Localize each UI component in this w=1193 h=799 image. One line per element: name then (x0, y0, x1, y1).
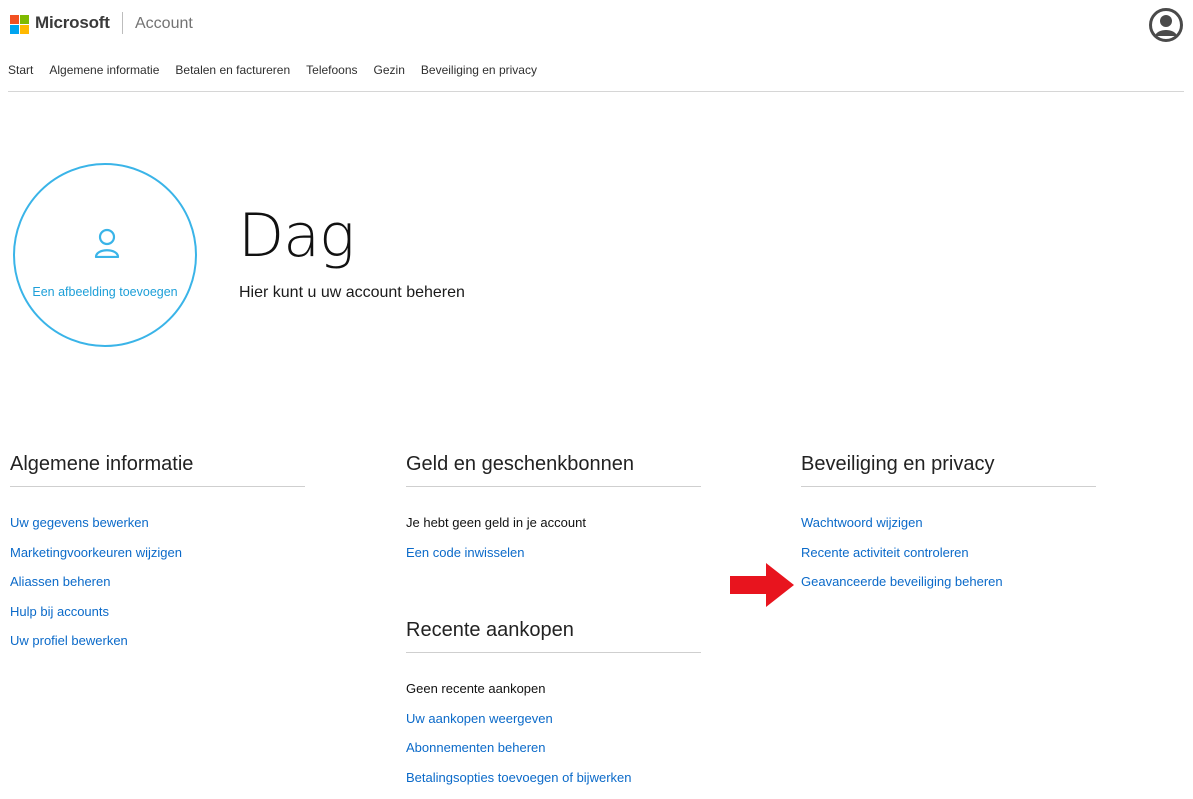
section-divider (406, 486, 701, 487)
manage-aliases-link[interactable]: Aliassen beheren (10, 574, 110, 589)
add-picture-label: Een afbeelding toevoegen (15, 285, 195, 299)
advanced-security-link[interactable]: Geavanceerde beveiliging beheren (801, 574, 1003, 589)
list-item: Betalingsopties toevoegen of bijwerken (406, 770, 701, 799)
security-privacy-links: Wachtwoord wijzigen Recente activiteit c… (801, 515, 1096, 604)
list-item: Wachtwoord wijzigen (801, 515, 1096, 545)
header: Microsoft Account Start Algemene informa… (0, 0, 1193, 92)
list-item: Aliassen beheren (10, 574, 305, 604)
greeting-title: Dag (238, 206, 354, 266)
review-activity-link[interactable]: Recente activiteit controleren (801, 545, 969, 560)
money-gifts-links: Je hebt geen geld in je account Een code… (406, 515, 701, 574)
greeting-subtitle: Hier kunt u uw account beheren (239, 284, 465, 302)
nav-start[interactable]: Start (8, 63, 33, 77)
nav-phones[interactable]: Telefoons (306, 63, 357, 77)
security-privacy-heading: Beveiliging en privacy (801, 450, 1096, 486)
list-item: Geen recente aankopen (406, 681, 701, 711)
microsoft-logo-icon[interactable] (10, 15, 29, 34)
user-avatar-icon[interactable] (1149, 8, 1183, 42)
view-purchases-link[interactable]: Uw aankopen weergeven (406, 711, 553, 726)
marketing-preferences-link[interactable]: Marketingvoorkeuren wijzigen (10, 545, 182, 560)
list-item: Marketingvoorkeuren wijzigen (10, 545, 305, 575)
list-item: Hulp bij accounts (10, 604, 305, 634)
purchases-status: Geen recente aankopen (406, 681, 546, 696)
security-privacy-section: Beveiliging en privacy Wachtwoord wijzig… (801, 450, 1096, 604)
list-item: Uw gegevens bewerken (10, 515, 305, 545)
payment-options-link[interactable]: Betalingsopties toevoegen of bijwerken (406, 770, 631, 785)
recent-purchases-links: Geen recente aankopen Uw aankopen weerge… (406, 681, 701, 799)
brand-divider (122, 12, 123, 34)
money-gifts-heading: Geld en geschenkbonnen (406, 450, 701, 486)
list-item: Een code inwisselen (406, 545, 701, 575)
logo-blue-square (10, 25, 19, 34)
balance-status: Je hebt geen geld in je account (406, 515, 586, 530)
add-picture-button[interactable]: Een afbeelding toevoegen (13, 163, 197, 347)
nav-payment-billing[interactable]: Betalen en factureren (175, 63, 290, 77)
list-item: Uw profiel bewerken (10, 633, 305, 663)
brand-section[interactable]: Account (135, 15, 193, 33)
nav-general-info[interactable]: Algemene informatie (49, 63, 159, 77)
nav-divider (8, 91, 1184, 92)
list-item: Recente activiteit controleren (801, 545, 1096, 575)
edit-profile-link[interactable]: Uw profiel bewerken (10, 633, 128, 648)
section-divider (10, 486, 305, 487)
list-item: Abonnementen beheren (406, 740, 701, 770)
recent-purchases-heading: Recente aankopen (406, 616, 701, 652)
list-item: Geavanceerde beveiliging beheren (801, 574, 1096, 604)
manage-subscriptions-link[interactable]: Abonnementen beheren (406, 740, 546, 755)
money-gifts-section: Geld en geschenkbonnen Je hebt geen geld… (406, 450, 701, 799)
redeem-code-link[interactable]: Een code inwisselen (406, 545, 525, 560)
brand-name[interactable]: Microsoft (35, 13, 110, 33)
general-info-heading: Algemene informatie (10, 450, 305, 486)
general-info-links: Uw gegevens bewerken Marketingvoorkeuren… (10, 515, 305, 663)
section-divider (406, 652, 701, 653)
list-item: Je hebt geen geld in je account (406, 515, 701, 545)
red-arrow-icon (730, 563, 794, 607)
logo-green-square (20, 15, 29, 24)
general-info-section: Algemene informatie Uw gegevens bewerken… (10, 450, 305, 663)
logo-yellow-square (20, 25, 29, 34)
edit-details-link[interactable]: Uw gegevens bewerken (10, 515, 149, 530)
nav-security-privacy[interactable]: Beveiliging en privacy (421, 63, 537, 77)
nav-family[interactable]: Gezin (374, 63, 405, 77)
account-help-link[interactable]: Hulp bij accounts (10, 604, 109, 619)
person-icon (94, 228, 120, 258)
logo-red-square (10, 15, 19, 24)
list-item: Uw aankopen weergeven (406, 711, 701, 741)
change-password-link[interactable]: Wachtwoord wijzigen (801, 515, 923, 530)
top-navigation: Start Algemene informatie Betalen en fac… (8, 63, 537, 77)
recent-purchases-section: Recente aankopen Geen recente aankopen U… (406, 616, 701, 799)
section-divider (801, 486, 1096, 487)
